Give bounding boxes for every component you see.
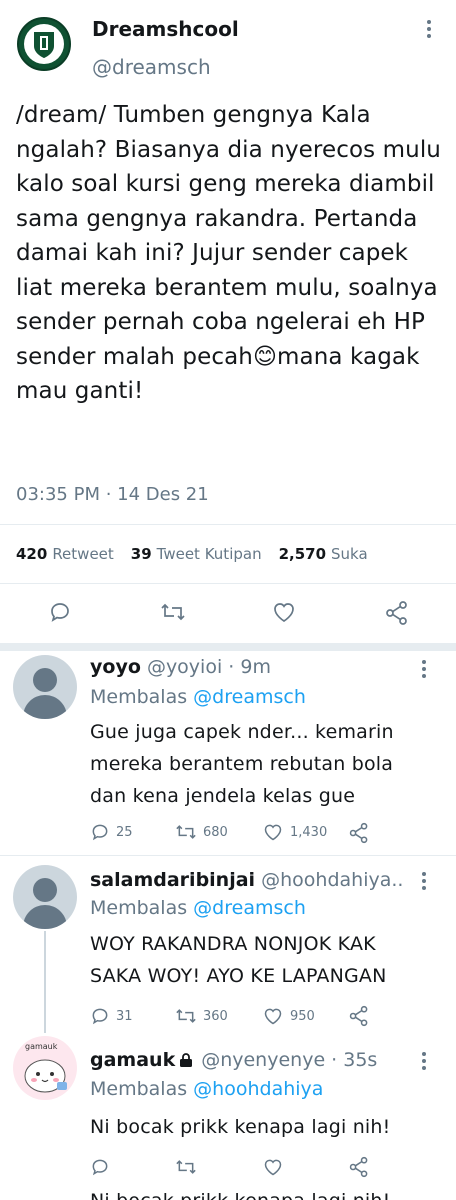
reply-author-name[interactable]: gamauk xyxy=(90,1049,175,1071)
retweet-action[interactable]: 680 xyxy=(175,822,228,842)
author-name[interactable]: Dreamshcool xyxy=(92,17,239,41)
like-action[interactable]: 1,430 xyxy=(262,822,327,842)
divider xyxy=(0,855,456,856)
lock-icon xyxy=(180,1053,193,1067)
share-icon[interactable] xyxy=(348,822,370,848)
reply-author-handle[interactable]: @hoohdahiya.. xyxy=(261,869,403,891)
like-count: 1,430 xyxy=(290,824,328,840)
share-icon[interactable] xyxy=(348,1156,370,1182)
more-icon[interactable] xyxy=(421,1052,427,1073)
replying-to: Membalas @hoohdahiya xyxy=(90,1078,324,1100)
retweet-action[interactable]: 360 xyxy=(175,1006,228,1026)
author-avatar[interactable] xyxy=(16,16,72,72)
reply-count: 31 xyxy=(116,1008,133,1024)
like-icon xyxy=(264,1008,282,1025)
reply-count: 25 xyxy=(116,824,133,840)
like-count: 950 xyxy=(290,1008,315,1024)
avatar[interactable]: gamauk xyxy=(13,1036,77,1100)
reply-icon[interactable] xyxy=(48,600,72,628)
reply-author-handle[interactable]: @nyenyenye · 35s xyxy=(201,1049,377,1071)
more-icon[interactable] xyxy=(421,872,427,893)
retweet-label[interactable]: Retweet xyxy=(52,545,113,563)
retweet-count[interactable]: 420 xyxy=(16,545,47,563)
reply-text: Gue juga capek nder... kemarin mereka be… xyxy=(90,721,394,807)
share-icon[interactable] xyxy=(348,1005,370,1031)
retweet-icon[interactable] xyxy=(160,600,186,628)
reply-action[interactable]: 25 xyxy=(90,822,133,842)
share-icon[interactable] xyxy=(384,600,410,630)
retweet-icon xyxy=(176,825,196,839)
retweet-icon[interactable] xyxy=(175,1157,197,1181)
reply-text: Ni bocak prikk kenapa lagi nih! xyxy=(90,1116,391,1138)
reply-icon[interactable] xyxy=(90,1157,110,1181)
retweet-icon xyxy=(176,1009,196,1023)
reply-icon xyxy=(92,824,108,841)
reply-action[interactable]: 31 xyxy=(90,1006,133,1026)
more-icon[interactable] xyxy=(426,20,432,41)
tweet-stats: 420 Retweet 39 Tweet Kutipan 2,570 Suka xyxy=(16,545,368,563)
retweet-count: 360 xyxy=(203,1008,228,1024)
avatar[interactable] xyxy=(13,865,77,929)
replying-to-link[interactable]: @dreamsch xyxy=(193,686,306,708)
retweet-count: 680 xyxy=(203,824,228,840)
reply-author-name[interactable]: yoyo xyxy=(90,656,141,678)
replying-to: Membalas @dreamsch xyxy=(90,897,306,919)
tweet-text: /dream/ Tumben gengnya Kala ngalah? Bias… xyxy=(16,102,441,404)
school-logo-icon xyxy=(17,17,71,71)
tweet-timestamp[interactable]: 03:35 PM · 14 Des 21 xyxy=(16,484,209,505)
like-count[interactable]: 2,570 xyxy=(279,545,326,563)
cutoff-text: Ni bocak prikk kenapa lagi nih! xyxy=(90,1189,430,1200)
thread-line xyxy=(44,931,46,1033)
like-label[interactable]: Suka xyxy=(331,545,368,563)
like-icon[interactable] xyxy=(271,600,297,628)
like-icon[interactable] xyxy=(262,1157,284,1181)
reply-text: WOY RAKANDRA NONJOK KAK SAKA WOY! AYO KE… xyxy=(90,933,387,987)
section-divider xyxy=(0,643,456,651)
more-icon[interactable] xyxy=(421,660,427,681)
avatar[interactable] xyxy=(13,655,77,719)
divider xyxy=(0,583,456,584)
quote-count[interactable]: 39 xyxy=(131,545,152,563)
reply-author-handle[interactable]: @yoyioi · 9m xyxy=(147,656,271,678)
reply-header: salamdaribinjai @hoohdahiya.. xyxy=(90,869,403,891)
divider xyxy=(0,524,456,525)
reply-icon xyxy=(92,1008,108,1025)
replying-to: Membalas @dreamsch xyxy=(90,686,306,708)
reply-header: yoyo @yoyioi · 9m xyxy=(90,656,271,678)
reply-header: gamauk @nyenyenye · 35s xyxy=(90,1049,377,1071)
reply-author-name[interactable]: salamdaribinjai xyxy=(90,869,255,891)
author-handle[interactable]: @dreamsch xyxy=(92,55,211,79)
replying-to-link[interactable]: @dreamsch xyxy=(193,897,306,919)
like-icon xyxy=(264,824,282,841)
replying-to-link[interactable]: @hoohdahiya xyxy=(193,1078,323,1100)
cute-face-icon xyxy=(24,1059,67,1093)
quote-label[interactable]: Tweet Kutipan xyxy=(157,545,262,563)
like-action[interactable]: 950 xyxy=(262,1006,315,1026)
